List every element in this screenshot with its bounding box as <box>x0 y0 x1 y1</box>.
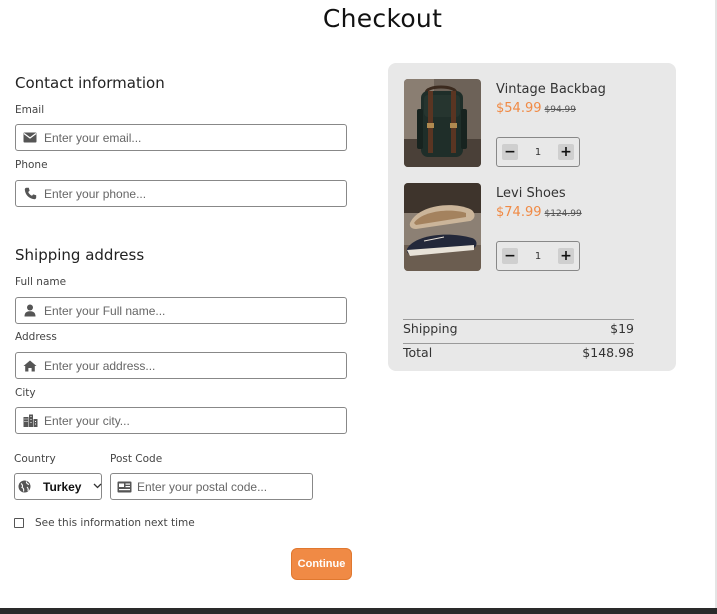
product-name: Levi Shoes <box>496 186 566 201</box>
address-label: Address <box>15 331 57 343</box>
fullname-input[interactable] <box>44 298 346 323</box>
country-value: Turkey <box>43 479 82 494</box>
postcode-label: Post Code <box>110 453 163 465</box>
product-price-row: $54.99 $94.99 <box>496 101 576 116</box>
quantity-stepper[interactable]: − 1 + <box>496 137 580 167</box>
product-price: $54.99 <box>496 101 542 116</box>
shipping-row: Shipping $19 <box>403 319 634 336</box>
product-price-row: $74.99 $124.99 <box>496 205 582 220</box>
quantity-value: 1 <box>534 250 542 262</box>
city-field[interactable] <box>15 407 347 434</box>
email-label: Email <box>15 104 45 116</box>
postal-card-icon <box>111 481 137 493</box>
envelope-icon <box>16 132 44 143</box>
continue-button[interactable]: Continue <box>291 548 352 580</box>
postcode-field[interactable] <box>110 473 313 500</box>
city-icon <box>16 414 44 427</box>
country-select[interactable]: Turkey <box>14 473 102 500</box>
phone-input[interactable] <box>44 181 346 206</box>
remember-option[interactable]: See this information next time <box>14 517 195 529</box>
country-label: Country <box>14 453 56 465</box>
product-name: Vintage Backbag <box>496 82 606 97</box>
contact-heading: Contact information <box>15 74 165 92</box>
remember-label: See this information next time <box>35 517 195 529</box>
quantity-value: 1 <box>534 146 542 158</box>
city-label: City <box>15 387 36 399</box>
email-input[interactable] <box>44 125 346 150</box>
postcode-input[interactable] <box>137 474 312 499</box>
globe-icon <box>18 480 31 493</box>
shipping-value: $19 <box>610 321 634 336</box>
taskbar-edge <box>0 608 717 614</box>
total-label: Total <box>403 345 433 360</box>
address-field[interactable] <box>15 352 347 379</box>
user-icon <box>16 304 44 317</box>
plus-icon[interactable]: + <box>558 248 574 264</box>
product-price: $74.99 <box>496 205 542 220</box>
minus-icon[interactable]: − <box>502 248 518 264</box>
home-icon <box>16 360 44 372</box>
minus-icon[interactable]: − <box>502 144 518 160</box>
product-image-shoes[interactable] <box>404 183 481 271</box>
phone-label: Phone <box>15 159 48 171</box>
product-image-backpack[interactable] <box>404 79 481 167</box>
email-field[interactable] <box>15 124 347 151</box>
city-input[interactable] <box>44 408 346 433</box>
shipping-label: Shipping <box>403 321 458 336</box>
plus-icon[interactable]: + <box>558 144 574 160</box>
remember-checkbox[interactable] <box>14 518 24 528</box>
product-old-price: $124.99 <box>544 209 582 219</box>
address-input[interactable] <box>44 353 346 378</box>
total-value: $148.98 <box>582 345 634 360</box>
quantity-stepper[interactable]: − 1 + <box>496 241 580 271</box>
fullname-field[interactable] <box>15 297 347 324</box>
chevron-down-icon <box>93 481 102 492</box>
page-title: Checkout <box>322 4 443 33</box>
phone-field[interactable] <box>15 180 347 207</box>
fullname-label: Full name <box>15 276 67 288</box>
shipping-heading: Shipping address <box>15 246 145 264</box>
total-row: Total $148.98 <box>403 343 634 360</box>
product-old-price: $94.99 <box>544 105 577 115</box>
phone-icon <box>16 187 44 200</box>
